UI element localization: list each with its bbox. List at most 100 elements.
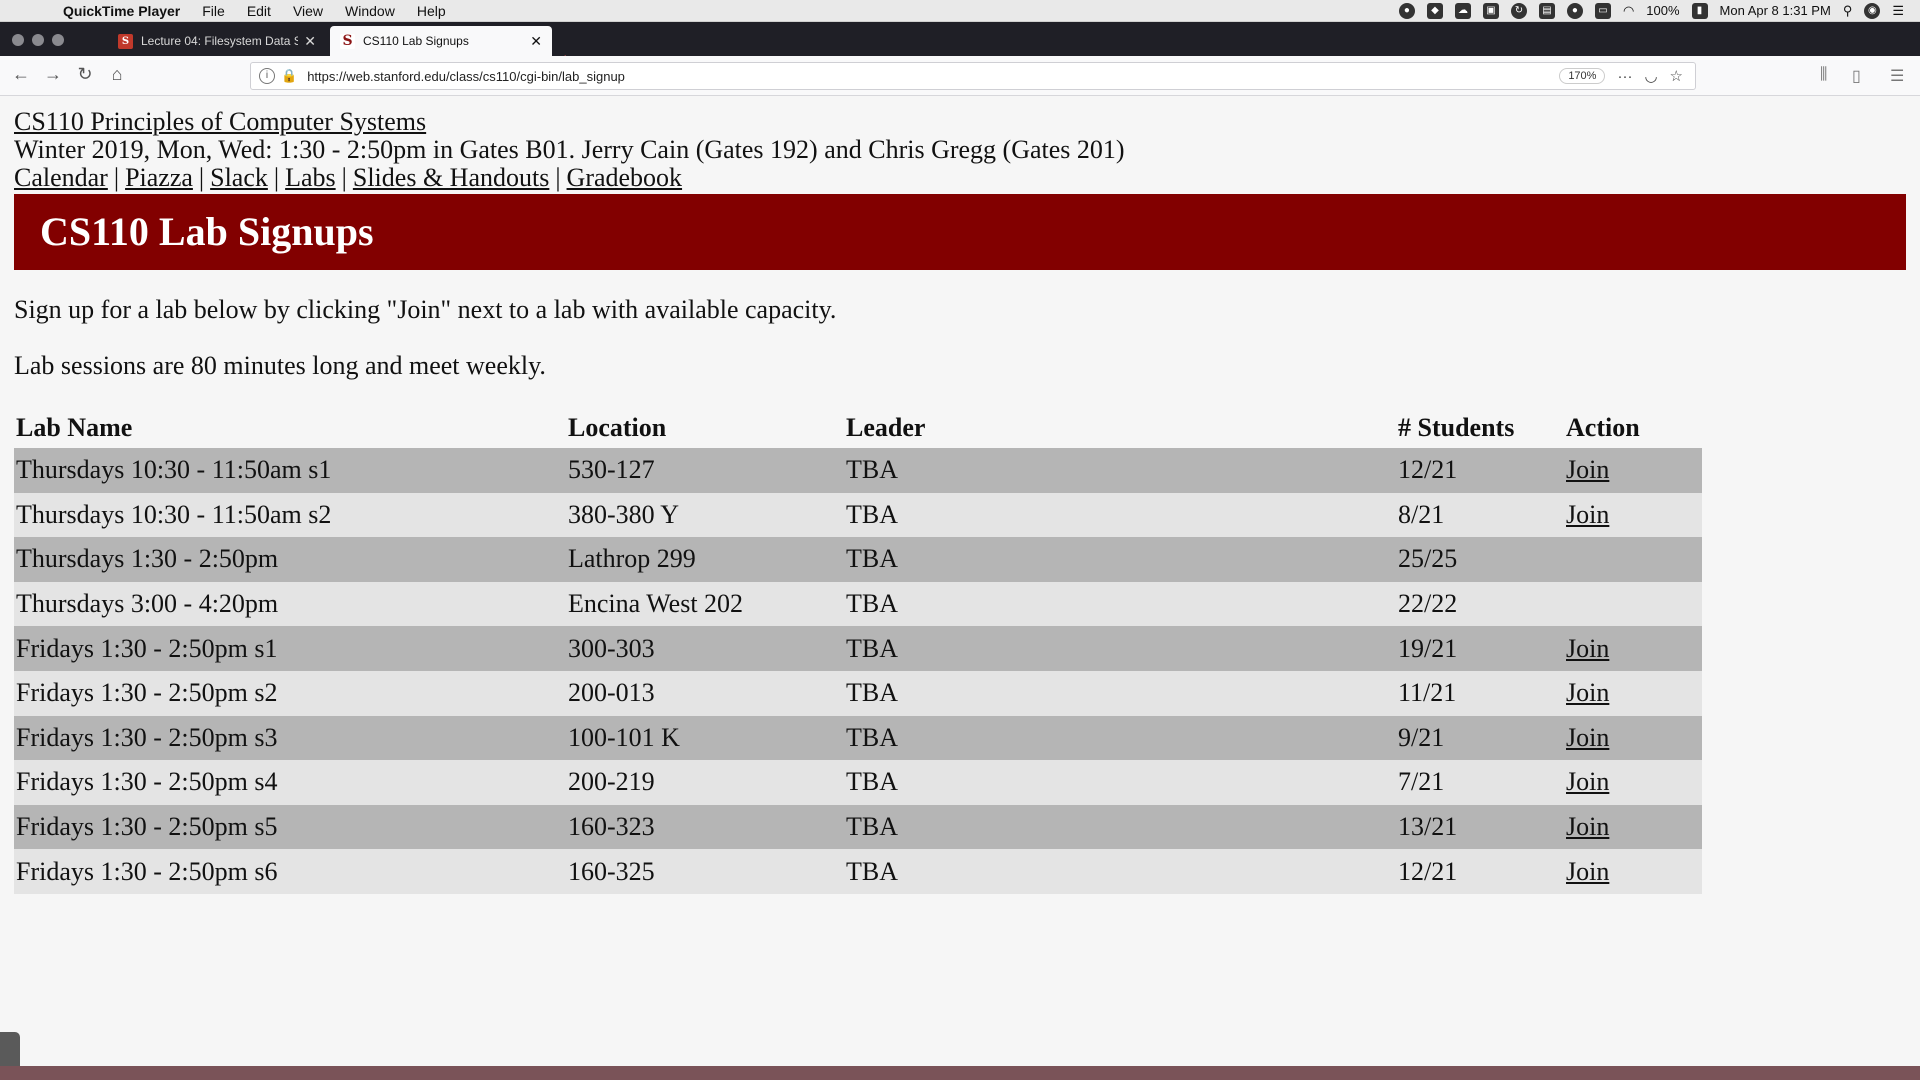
course-info: Winter 2019, Mon, Wed: 1:30 - 2:50pm in … — [14, 135, 1125, 164]
lab-name-cell: Thursdays 10:30 - 11:50am s2 — [16, 499, 332, 529]
site-info-icon[interactable]: i — [259, 68, 275, 84]
tab-label: CS110 Lab Signups — [363, 34, 469, 48]
nav-gradebook-link[interactable]: Gradebook — [567, 163, 683, 192]
home-icon[interactable]: ⌂ — [106, 64, 128, 85]
location-cell: 300-303 — [568, 633, 655, 663]
nav-slack-link[interactable]: Slack — [210, 163, 268, 192]
location-cell: Lathrop 299 — [568, 544, 696, 574]
join-link[interactable]: Join — [1566, 455, 1609, 484]
close-tab-icon[interactable]: ✕ — [304, 33, 316, 50]
leader-cell: TBA — [846, 767, 898, 797]
menu-window[interactable]: Window — [334, 3, 406, 19]
url-text[interactable]: https://web.stanford.edu/class/cs110/cgi… — [307, 69, 625, 84]
spotlight-search-icon[interactable]: ⚲ — [1843, 3, 1853, 19]
students-cell: 25/25 — [1398, 544, 1458, 574]
hamburger-menu-icon[interactable]: ☰ — [1890, 66, 1904, 86]
course-title-link[interactable]: CS110 Principles of Computer Systems — [14, 108, 426, 136]
screen-icon[interactable]: ▣ — [1482, 2, 1499, 19]
siri-icon[interactable]: ◉ — [1864, 2, 1881, 19]
students-cell: 19/21 — [1398, 633, 1458, 663]
students-cell: 12/21 — [1398, 856, 1458, 886]
nav-separator: | — [273, 163, 280, 192]
zoom-window-button[interactable] — [52, 34, 64, 46]
tab-lab-signups[interactable]: S CS110 Lab Signups ✕ — [330, 26, 552, 56]
nav-separator: | — [113, 163, 120, 192]
table-row: Fridays 1:30 - 2:50pm s4 200-219 TBA 7/2… — [14, 760, 1702, 805]
nav-calendar-link[interactable]: Calendar — [14, 163, 108, 192]
menu-edit[interactable]: Edit — [236, 3, 282, 19]
calendar-icon[interactable]: ▤ — [1538, 2, 1555, 19]
students-cell: 22/22 — [1398, 589, 1458, 619]
lab-name-cell: Fridays 1:30 - 2:50pm s2 — [16, 678, 278, 708]
page-content: CS110 Principles of Computer Systems Win… — [14, 108, 1906, 894]
minimize-window-button[interactable] — [32, 34, 44, 46]
action-cell — [1564, 582, 1702, 627]
students-cell: 9/21 — [1398, 722, 1445, 752]
notification-center-icon[interactable]: ☰ — [1892, 3, 1904, 19]
location-cell: 200-013 — [568, 678, 655, 708]
nav-slides-link[interactable]: Slides & Handouts — [353, 163, 549, 192]
table-row: Thursdays 10:30 - 11:50am s2 380-380 Y T… — [14, 492, 1702, 538]
signup-instructions: Sign up for a lab below by clicking "Joi… — [14, 295, 837, 324]
nav-piazza-link[interactable]: Piazza — [125, 163, 193, 192]
leader-cell: TBA — [846, 812, 898, 842]
reload-icon[interactable]: ↻ — [74, 64, 96, 85]
table-row: Thursdays 1:30 - 2:50pm Lathrop 299 TBA … — [14, 537, 1702, 582]
table-row: Fridays 1:30 - 2:50pm s3 100-101 K TBA 9… — [14, 715, 1702, 761]
menu-help[interactable]: Help — [406, 3, 457, 19]
leader-cell: TBA — [846, 678, 898, 708]
location-cell: 200-219 — [568, 767, 655, 797]
airplay-icon[interactable]: ▭ — [1594, 2, 1611, 19]
students-cell: 13/21 — [1398, 812, 1458, 842]
header-lab-name: Lab Name — [16, 413, 133, 442]
back-arrow-icon[interactable]: ← — [10, 64, 32, 85]
join-link[interactable]: Join — [1566, 857, 1609, 886]
header-students: # Students — [1398, 413, 1515, 442]
location-cell: 160-323 — [568, 812, 655, 842]
battery-icon[interactable]: ▮ — [1691, 2, 1708, 19]
leader-cell: TBA — [846, 499, 898, 529]
dropbox-icon[interactable]: ◆ — [1426, 2, 1443, 19]
circle-icon[interactable]: ● — [1566, 2, 1583, 19]
record-icon[interactable]: ● — [1398, 2, 1415, 19]
lab-name-cell: Fridays 1:30 - 2:50pm s4 — [16, 767, 278, 797]
window-controls — [12, 34, 64, 46]
cloud-icon[interactable]: ☁ — [1454, 2, 1471, 19]
zoom-level-badge[interactable]: 170% — [1559, 68, 1606, 84]
sidebar-icon[interactable]: ▯ — [1852, 66, 1861, 86]
address-bar[interactable]: i 🔒 https://web.stanford.edu/class/cs110… — [250, 62, 1696, 90]
stanford-favicon-icon: S — [340, 33, 355, 49]
join-link[interactable]: Join — [1566, 812, 1609, 841]
table-row: Thursdays 3:00 - 4:20pm Encina West 202 … — [14, 581, 1702, 627]
lock-icon[interactable]: 🔒 — [281, 68, 297, 84]
leader-cell: TBA — [846, 544, 898, 574]
join-link[interactable]: Join — [1566, 723, 1609, 752]
menu-file[interactable]: File — [191, 3, 236, 19]
nav-separator: | — [198, 163, 205, 192]
nav-separator: | — [555, 163, 561, 192]
join-link[interactable]: Join — [1566, 500, 1609, 529]
library-icon[interactable]: ⫼ — [1820, 66, 1827, 84]
bookmark-star-icon[interactable]: ☆ — [1670, 67, 1683, 85]
pocket-icon[interactable]: ◡ — [1644, 67, 1657, 85]
forward-arrow-icon[interactable]: → — [42, 64, 64, 85]
sync-icon[interactable]: ↻ — [1510, 2, 1527, 19]
page-actions-icon[interactable]: ··· — [1617, 68, 1632, 85]
table-header-row: Lab Name Location Leader # Students Acti… — [14, 408, 1702, 448]
table-row: Fridays 1:30 - 2:50pm s6 160-325 TBA 12/… — [14, 849, 1702, 894]
menu-app-name[interactable]: QuickTime Player — [52, 3, 191, 19]
lab-name-cell: Fridays 1:30 - 2:50pm s3 — [16, 722, 278, 752]
join-link[interactable]: Join — [1566, 634, 1609, 663]
close-tab-icon[interactable]: ✕ — [530, 33, 542, 50]
join-link[interactable]: Join — [1566, 678, 1609, 707]
close-window-button[interactable] — [12, 34, 24, 46]
clock[interactable]: Mon Apr 8 1:31 PM — [1720, 3, 1831, 18]
wifi-icon[interactable]: ◠ — [1623, 3, 1634, 19]
tab-lecture-04[interactable]: S Lecture 04: Filesystem Data St ✕ — [108, 26, 326, 56]
students-cell: 7/21 — [1398, 767, 1445, 797]
nav-labs-link[interactable]: Labs — [285, 163, 336, 192]
join-link[interactable]: Join — [1566, 767, 1609, 796]
location-cell: Encina West 202 — [568, 589, 744, 619]
menu-view[interactable]: View — [282, 3, 334, 19]
header-action: Action — [1566, 413, 1640, 442]
